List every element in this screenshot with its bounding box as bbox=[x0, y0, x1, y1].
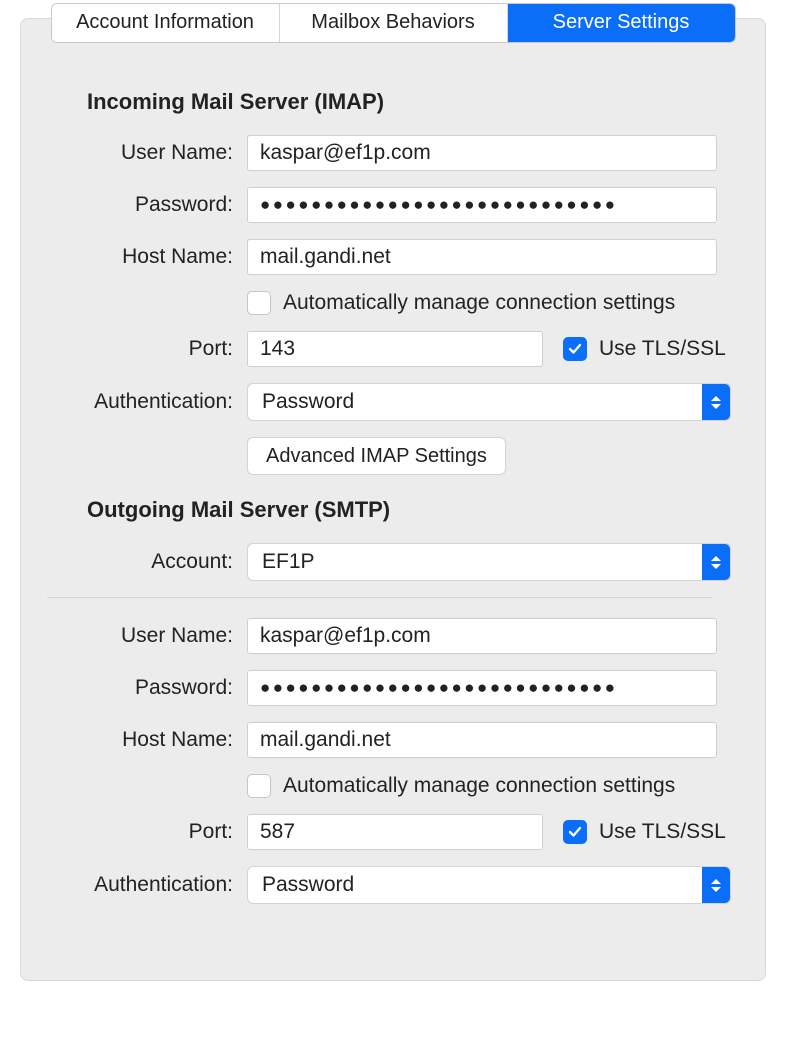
outgoing-auth-select[interactable]: Password bbox=[247, 866, 731, 904]
outgoing-username-input[interactable] bbox=[247, 618, 717, 654]
updown-icon bbox=[702, 384, 730, 420]
tab-account-information[interactable]: Account Information bbox=[52, 4, 280, 42]
outgoing-account-select[interactable]: EF1P bbox=[247, 543, 731, 581]
outgoing-tls-checkbox[interactable] bbox=[563, 820, 587, 844]
outgoing-hostname-input[interactable] bbox=[247, 722, 717, 758]
incoming-auth-label: Authentication: bbox=[47, 390, 247, 414]
outgoing-password-label: Password: bbox=[47, 676, 247, 700]
updown-icon bbox=[702, 867, 730, 903]
incoming-port-input[interactable] bbox=[247, 331, 543, 367]
divider bbox=[47, 597, 712, 598]
incoming-hostname-label: Host Name: bbox=[47, 245, 247, 269]
outgoing-title: Outgoing Mail Server (SMTP) bbox=[47, 497, 739, 523]
incoming-auto-manage-checkbox[interactable] bbox=[247, 291, 271, 315]
incoming-port-label: Port: bbox=[47, 337, 247, 361]
incoming-password-label: Password: bbox=[47, 193, 247, 217]
tab-server-settings[interactable]: Server Settings bbox=[508, 4, 735, 42]
outgoing-port-label: Port: bbox=[47, 820, 247, 844]
outgoing-account-value: EF1P bbox=[248, 550, 702, 574]
outgoing-username-label: User Name: bbox=[47, 624, 247, 648]
tabs: Account Information Mailbox Behaviors Se… bbox=[51, 3, 736, 43]
incoming-auth-select[interactable]: Password bbox=[247, 383, 731, 421]
outgoing-account-label: Account: bbox=[47, 550, 247, 574]
incoming-tls-label: Use TLS/SSL bbox=[599, 337, 726, 361]
outgoing-auto-manage-label: Automatically manage connection settings bbox=[283, 774, 675, 798]
incoming-hostname-input[interactable] bbox=[247, 239, 717, 275]
incoming-title: Incoming Mail Server (IMAP) bbox=[47, 89, 739, 115]
incoming-username-label: User Name: bbox=[47, 141, 247, 165]
incoming-username-input[interactable] bbox=[247, 135, 717, 171]
tab-mailbox-behaviors[interactable]: Mailbox Behaviors bbox=[280, 4, 508, 42]
outgoing-hostname-label: Host Name: bbox=[47, 728, 247, 752]
incoming-section: Incoming Mail Server (IMAP) User Name: P… bbox=[21, 89, 765, 475]
outgoing-tls-label: Use TLS/SSL bbox=[599, 820, 726, 844]
outgoing-details: User Name: Password: ●●●●●●●●●●●●●●●●●●●… bbox=[21, 618, 765, 904]
outgoing-section: Outgoing Mail Server (SMTP) Account: EF1… bbox=[21, 497, 765, 581]
incoming-password-input[interactable]: ●●●●●●●●●●●●●●●●●●●●●●●●●●●● bbox=[247, 187, 717, 223]
outgoing-auth-value: Password bbox=[248, 873, 702, 897]
outgoing-auth-label: Authentication: bbox=[47, 873, 247, 897]
outgoing-auto-manage-checkbox[interactable] bbox=[247, 774, 271, 798]
advanced-imap-button[interactable]: Advanced IMAP Settings bbox=[247, 437, 506, 475]
outgoing-port-input[interactable] bbox=[247, 814, 543, 850]
incoming-auto-manage-label: Automatically manage connection settings bbox=[283, 291, 675, 315]
outgoing-password-input[interactable]: ●●●●●●●●●●●●●●●●●●●●●●●●●●●● bbox=[247, 670, 717, 706]
updown-icon bbox=[702, 544, 730, 580]
incoming-auth-value: Password bbox=[248, 390, 702, 414]
settings-panel: Account Information Mailbox Behaviors Se… bbox=[20, 18, 766, 981]
incoming-tls-checkbox[interactable] bbox=[563, 337, 587, 361]
